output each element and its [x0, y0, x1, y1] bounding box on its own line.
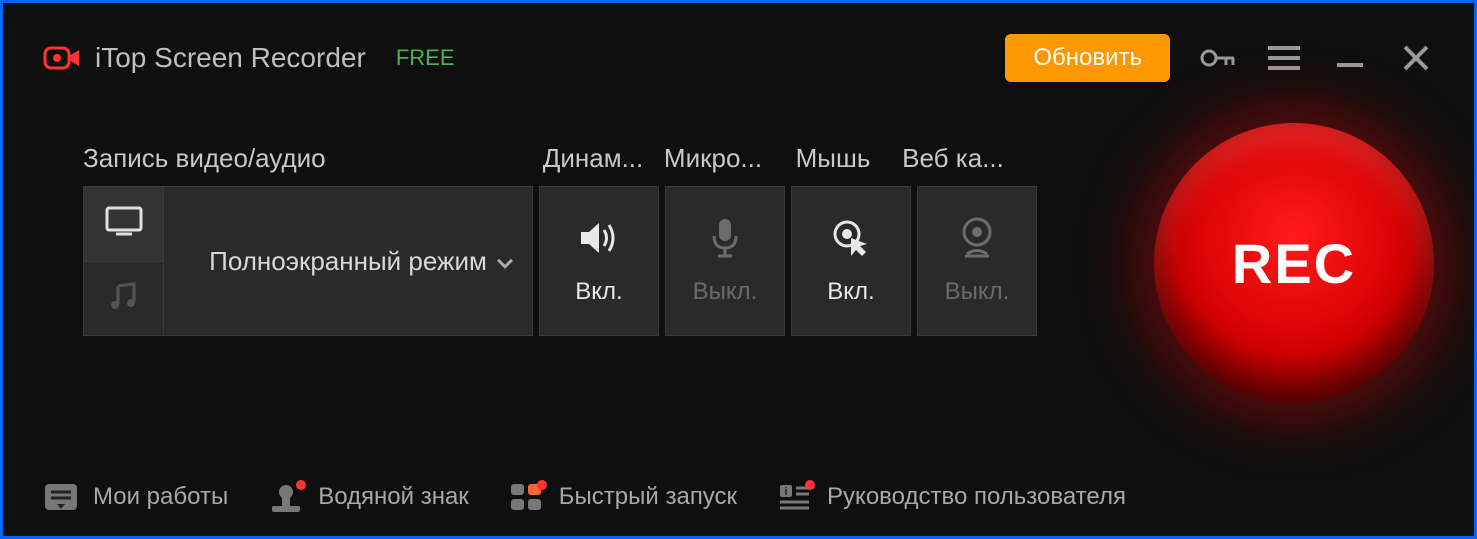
upgrade-button[interactable]: Обновить: [1005, 34, 1170, 82]
microphone-icon: [703, 216, 747, 260]
notification-badge: [537, 480, 547, 490]
webcam-toggle[interactable]: Выкл.: [917, 186, 1037, 336]
key-icon[interactable]: [1200, 40, 1236, 76]
manual-label: Руководство пользователя: [827, 483, 1126, 511]
webcam-icon: [955, 216, 999, 260]
minimize-icon[interactable]: [1332, 40, 1368, 76]
stamp-icon: [268, 482, 304, 512]
watermark-label: Водяной знак: [318, 483, 469, 511]
title-bar: iTop Screen Recorder FREE Обновить: [3, 3, 1474, 83]
mode-label-text: Полноэкранный режим: [209, 243, 487, 279]
speaker-state: Вкл.: [575, 278, 622, 306]
my-works-label: Мои работы: [93, 483, 228, 511]
app-title: iTop Screen Recorder: [95, 42, 366, 74]
toggle-header-webcam: Веб ка...: [893, 143, 1013, 174]
audio-mode-tab[interactable]: [84, 262, 164, 336]
manual-button[interactable]: i Руководство пользователя: [777, 482, 1126, 512]
svg-text:i: i: [785, 486, 788, 498]
capture-section: Запись видео/аудио Динам... Микро... Мыш…: [83, 143, 1114, 336]
mode-selector: Полноэкранный режим: [83, 186, 533, 336]
mouse-state: Вкл.: [827, 278, 874, 306]
grid-icon: [509, 482, 545, 512]
chevron-down-icon: [496, 243, 514, 279]
mode-dropdown[interactable]: Полноэкранный режим: [164, 187, 532, 335]
menu-icon[interactable]: [1266, 40, 1302, 76]
title-bar-controls: Обновить: [1005, 34, 1434, 82]
info-icon: i: [777, 482, 813, 512]
app-logo: iTop Screen Recorder FREE: [43, 42, 455, 74]
free-badge: FREE: [396, 45, 455, 71]
toggle-header-speaker: Динам...: [533, 143, 653, 174]
mouse-toggle[interactable]: Вкл.: [791, 186, 911, 336]
list-icon: [43, 482, 79, 512]
speaker-icon: [577, 216, 621, 260]
webcam-state: Выкл.: [945, 278, 1010, 306]
microphone-state: Выкл.: [693, 278, 758, 306]
close-icon[interactable]: [1398, 40, 1434, 76]
notification-badge: [805, 480, 815, 490]
cursor-click-icon: [829, 216, 873, 260]
record-label: REC: [1232, 231, 1356, 296]
speaker-toggle[interactable]: Вкл.: [539, 186, 659, 336]
camera-icon: [43, 44, 83, 72]
microphone-toggle[interactable]: Выкл.: [665, 186, 785, 336]
watermark-button[interactable]: Водяной знак: [268, 482, 469, 512]
my-works-button[interactable]: Мои работы: [43, 482, 228, 512]
toggle-header-mic: Микро...: [653, 143, 773, 174]
monitor-icon: [104, 205, 144, 242]
record-button[interactable]: REC: [1154, 123, 1434, 403]
video-mode-tab[interactable]: [84, 187, 164, 262]
footer-bar: Мои работы Водяной знак Быстрый запуск i…: [43, 482, 1434, 512]
quick-launch-button[interactable]: Быстрый запуск: [509, 482, 737, 512]
notification-badge: [296, 480, 306, 490]
toggle-header-mouse: Мышь: [773, 143, 893, 174]
music-note-icon: [108, 280, 140, 317]
capture-label: Запись видео/аудио: [83, 143, 533, 174]
quick-launch-label: Быстрый запуск: [559, 483, 737, 511]
